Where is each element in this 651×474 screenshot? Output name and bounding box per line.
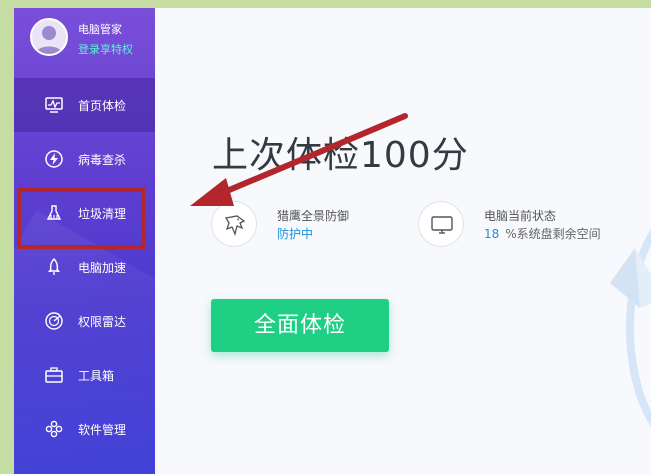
feature-status: 18 %系统盘剩余空间 (484, 225, 601, 242)
profile-name: 电脑管家 (78, 23, 122, 36)
feature-title: 电脑当前状态 (484, 209, 557, 223)
app-window: 电脑管家 登录享特权 首页体检 病毒查杀 垃圾清理 电脑加速 权限雷达 工具箱 … (14, 8, 651, 474)
monitor-icon (431, 216, 453, 234)
sidebar: 电脑管家 登录享特权 首页体检 病毒查杀 垃圾清理 电脑加速 权限雷达 工具箱 … (14, 8, 155, 474)
sidebar-item-permission-radar[interactable]: 权限雷达 (14, 294, 155, 348)
login-link[interactable]: 登录享特权 (78, 41, 133, 57)
profile-area: 电脑管家 登录享特权 (14, 8, 155, 76)
monitor-pulse-icon (45, 97, 63, 113)
user-icon (36, 26, 62, 54)
disk-free-label: %系统盘剩余空间 (505, 227, 601, 241)
full-checkup-button[interactable]: 全面体检 (211, 299, 389, 352)
radar-icon (45, 312, 63, 330)
annotation-highlight-box (17, 188, 145, 249)
sidebar-item-toolbox[interactable]: 工具箱 (14, 348, 155, 402)
sidebar-item-virus-scan[interactable]: 病毒查杀 (14, 132, 155, 186)
toolbox-icon (45, 367, 63, 383)
apps-icon (45, 420, 63, 438)
eagle-icon (224, 215, 246, 237)
sidebar-item-label: 软件管理 (78, 423, 127, 437)
feature-status: 防护中 (277, 227, 314, 241)
sidebar-item-home-checkup[interactable]: 首页体检 (14, 78, 155, 132)
sidebar-item-label: 权限雷达 (78, 315, 127, 329)
sidebar-item-label: 首页体检 (78, 99, 127, 113)
rocket-icon (48, 258, 60, 275)
feature-icon-circle (211, 201, 257, 247)
feature-icon-circle (418, 201, 464, 247)
sidebar-item-label: 工具箱 (78, 369, 115, 383)
lightning-icon (45, 150, 63, 168)
sidebar-nav: 首页体检 病毒查杀 垃圾清理 电脑加速 权限雷达 工具箱 软件管理 (14, 78, 155, 456)
avatar[interactable] (30, 18, 68, 56)
disk-free-percent: 18 (484, 227, 500, 241)
main-panel: 上次体检100分 猎鹰全景防御 防护中 电脑当前状态 18 %系统盘剩余空间 全… (155, 8, 651, 474)
sidebar-item-label: 电脑加速 (78, 261, 127, 275)
background-decoration (610, 229, 651, 427)
sidebar-item-software-manager[interactable]: 软件管理 (14, 402, 155, 456)
feature-title: 猎鹰全景防御 (277, 209, 350, 223)
sidebar-item-label: 病毒查杀 (78, 153, 127, 167)
last-checkup-score: 上次体检100分 (212, 135, 469, 176)
